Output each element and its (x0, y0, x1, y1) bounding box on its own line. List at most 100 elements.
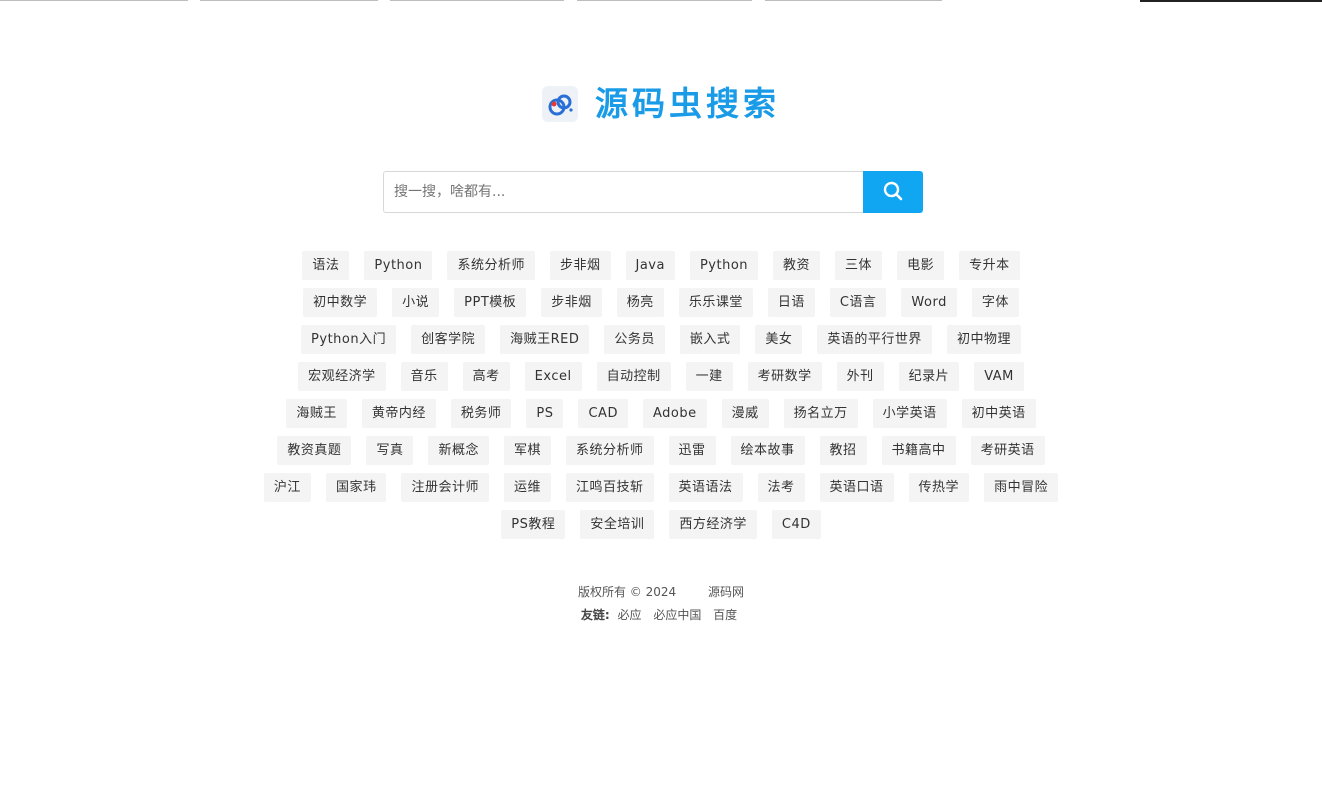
search-tag[interactable]: C语言 (829, 288, 887, 317)
search-tag[interactable]: 黄帝内经 (361, 399, 436, 428)
top-progress-bar (0, 0, 1322, 2)
top-bar-segment (1140, 0, 1322, 2)
search-tag[interactable]: 法考 (757, 473, 805, 502)
hot-search-tags: 语法 Python 系统分析师 步非烟 Java Python 教资 三体 电影 专升本 初中数学小… (191, 251, 1131, 547)
site-logo[interactable]: 源码虫搜索 (0, 84, 1322, 124)
search-tag[interactable]: 嵌入式 (679, 325, 741, 354)
search-tag[interactable]: PS (526, 399, 564, 428)
search-tag[interactable]: 英语的平行世界 (817, 325, 932, 354)
tag-row: 沪江 国家玮 注册会计师 运维 江鸣百技斩 英语语法 法考 英语口语 传热学 雨中冒险 (191, 473, 1131, 510)
search-tag[interactable]: 注册会计师 (401, 473, 489, 502)
search-tag[interactable]: 教资 (773, 251, 821, 280)
search-tag[interactable]: 日语 (767, 288, 815, 317)
search-tag[interactable]: 沪江 (263, 473, 311, 502)
search-tag[interactable]: Python入门 (301, 325, 397, 354)
search-tag[interactable]: 一建 (685, 362, 733, 391)
search-tag[interactable]: Adobe (642, 399, 707, 428)
search-tag[interactable]: Java (625, 251, 675, 280)
top-bar-segment (577, 0, 752, 1)
search-tag[interactable]: 教招 (819, 436, 867, 465)
search-tag[interactable]: 雨中冒险 (984, 473, 1059, 502)
search-tag[interactable]: 外刊 (836, 362, 884, 391)
copyright-text: 版权所有 © 2024 (577, 585, 677, 599)
search-tag[interactable]: 初中英语 (961, 399, 1036, 428)
friend-link-bing-china[interactable]: 必应中国 (653, 608, 701, 622)
search-tag[interactable]: PPT模板 (454, 288, 527, 317)
search-tag[interactable]: 小学英语 (872, 399, 947, 428)
search-tag[interactable]: 教资真题 (277, 436, 352, 465)
search-bar (383, 171, 923, 213)
search-tag[interactable]: 公务员 (604, 325, 665, 354)
top-bar-segment (390, 0, 564, 1)
tag-row: 教资真题 写真 新概念 军棋 系统分析师 迅雷 绘本故事 教招 书籍高中 考研英语 (191, 436, 1131, 473)
friend-links: 友链: 必应 必应中国 百度 (0, 606, 1322, 629)
search-tag[interactable]: 创客学院 (411, 325, 486, 354)
search-tag[interactable]: Word (901, 288, 957, 317)
search-tag[interactable]: 专升本 (959, 251, 1020, 280)
logo-icon (542, 86, 578, 122)
search-icon (882, 180, 904, 205)
search-tag[interactable]: 写真 (366, 436, 414, 465)
search-tag[interactable]: 考研数学 (747, 362, 822, 391)
search-tag[interactable]: 江鸣百技斩 (565, 473, 654, 502)
search-tag[interactable]: 书籍高中 (881, 436, 956, 465)
tag-row: Python入门 创客学院 海贼王RED 公务员 嵌入式 美女 英语的平行世界 初中物理 (191, 325, 1131, 362)
search-tag[interactable]: VAM (974, 362, 1024, 391)
friend-link-baidu[interactable]: 百度 (713, 608, 737, 622)
search-tag[interactable]: 西方经济学 (669, 510, 757, 539)
search-tag[interactable]: Python (689, 251, 759, 280)
search-tag[interactable]: Python (364, 251, 433, 280)
search-tag[interactable]: 绘本故事 (730, 436, 805, 465)
search-tag[interactable]: 漫威 (721, 399, 769, 428)
search-tag[interactable]: PS教程 (501, 510, 566, 539)
site-title: 源码虫搜索 (595, 84, 780, 123)
search-tag[interactable]: 杨亮 (616, 288, 664, 317)
search-tag[interactable]: 宏观经济学 (298, 362, 386, 391)
search-tag[interactable]: 扬名立万 (783, 399, 858, 428)
search-tag[interactable]: 迅雷 (668, 436, 716, 465)
search-tag[interactable]: C4D (771, 510, 821, 539)
search-tag[interactable]: 初中物理 (946, 325, 1021, 354)
search-tag[interactable]: 新概念 (428, 436, 489, 465)
search-tag[interactable]: 税务师 (450, 399, 512, 428)
search-tag[interactable]: 考研英语 (970, 436, 1045, 465)
tag-row: 海贼王 黄帝内经 税务师 PS CAD Adobe 漫威 扬名立万 小学英语 初中英语 (191, 399, 1131, 436)
footer: 版权所有 © 2024 源码网 友链: 必应 必应中国 百度 (0, 583, 1322, 629)
search-tag[interactable]: 高考 (462, 362, 510, 391)
search-tag[interactable]: 音乐 (400, 362, 448, 391)
search-button[interactable] (863, 171, 923, 213)
search-tag[interactable]: 英语口语 (819, 473, 894, 502)
top-bar-segment (765, 0, 942, 1)
search-tag[interactable]: 字体 (971, 288, 1019, 317)
tag-row: 语法 Python 系统分析师 步非烟 Java Python 教资 三体 电影 专升本 (191, 251, 1131, 288)
tag-row: 初中数学 小说 PPT模板 步非烟 杨亮 乐乐课堂 日语 C语言 Word 字体 (191, 288, 1131, 325)
search-tag[interactable]: 海贼王RED (500, 325, 590, 354)
search-tag[interactable]: 美女 (755, 325, 803, 354)
search-tag[interactable]: 小说 (392, 288, 440, 317)
search-tag[interactable]: 电影 (897, 251, 945, 280)
search-tag[interactable]: 语法 (302, 251, 350, 280)
friend-links-label: 友链: (580, 608, 610, 622)
search-tag[interactable]: 传热学 (908, 473, 970, 502)
search-tag[interactable]: 乐乐课堂 (678, 288, 753, 317)
tag-row: PS教程 安全培训 西方经济学 C4D (191, 510, 1131, 547)
search-tag[interactable]: 运维 (503, 473, 551, 502)
search-tag[interactable]: 系统分析师 (447, 251, 535, 280)
search-tag[interactable]: 步非烟 (541, 288, 602, 317)
search-tag[interactable]: 纪录片 (898, 362, 960, 391)
search-tag[interactable]: 海贼王 (286, 399, 347, 428)
search-tag[interactable]: 步非烟 (549, 251, 611, 280)
search-tag[interactable]: 国家玮 (325, 473, 387, 502)
search-tag[interactable]: 安全培训 (580, 510, 655, 539)
search-tag[interactable]: 军棋 (503, 436, 551, 465)
friend-link-bing[interactable]: 必应 (617, 608, 641, 622)
search-tag[interactable]: CAD (578, 399, 628, 428)
search-tag[interactable]: 系统分析师 (565, 436, 654, 465)
search-tag[interactable]: 初中数学 (303, 288, 378, 317)
search-input[interactable] (383, 171, 863, 213)
search-tag[interactable]: 三体 (835, 251, 883, 280)
copyright-line: 版权所有 © 2024 源码网 (0, 583, 1322, 606)
search-tag[interactable]: 自动控制 (596, 362, 671, 391)
search-tag[interactable]: Excel (524, 362, 582, 391)
search-tag[interactable]: 英语语法 (668, 473, 743, 502)
